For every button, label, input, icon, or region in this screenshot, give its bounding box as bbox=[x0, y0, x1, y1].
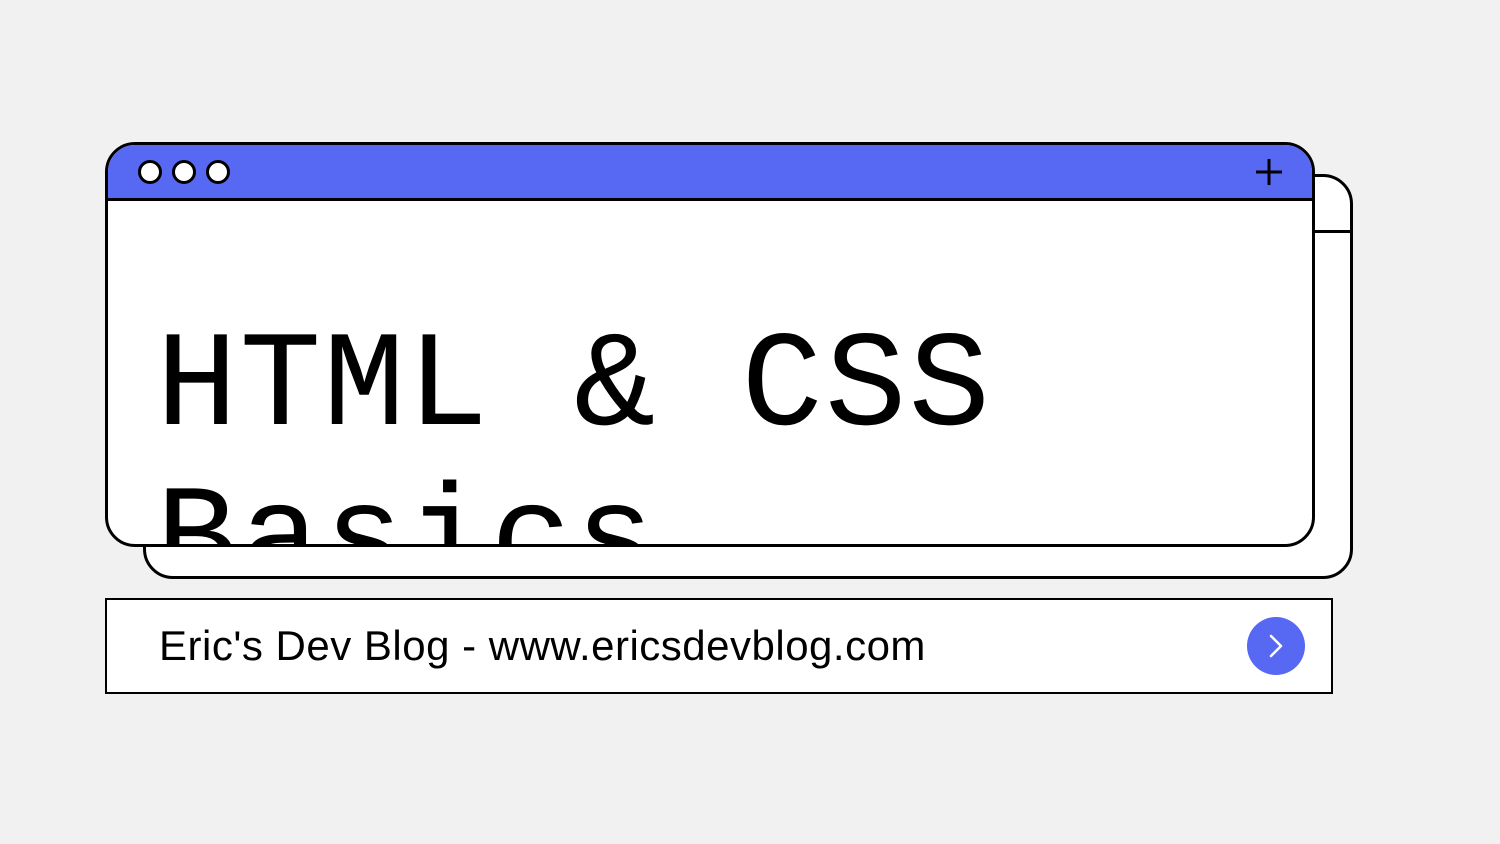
page-title: HTML & CSS Basics bbox=[156, 311, 1272, 547]
minimize-window-button[interactable] bbox=[172, 160, 196, 184]
go-button[interactable] bbox=[1247, 617, 1305, 675]
window-body: HTML & CSS Basics bbox=[108, 201, 1312, 547]
plus-icon[interactable] bbox=[1254, 157, 1284, 187]
maximize-window-button[interactable] bbox=[206, 160, 230, 184]
browser-window: HTML & CSS Basics bbox=[105, 142, 1315, 547]
traffic-lights bbox=[138, 160, 230, 184]
url-bar[interactable]: Eric's Dev Blog - www.ericsdevblog.com bbox=[105, 598, 1333, 694]
url-text: Eric's Dev Blog - www.ericsdevblog.com bbox=[159, 622, 926, 670]
chevron-right-icon bbox=[1264, 632, 1288, 660]
window-titlebar bbox=[108, 145, 1312, 201]
close-window-button[interactable] bbox=[138, 160, 162, 184]
